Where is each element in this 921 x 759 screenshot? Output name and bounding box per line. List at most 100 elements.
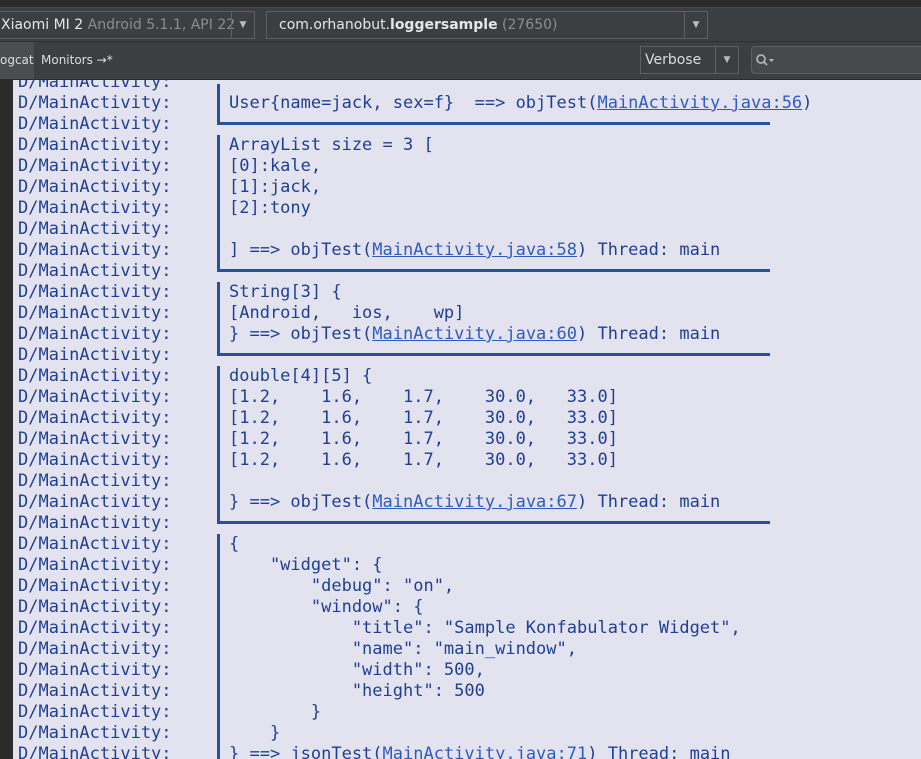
log-tag: D/MainActivity: [18,324,172,344]
tab-logcat[interactable]: ogcat [0,42,34,79]
source-link[interactable]: MainActivity.java:71 [383,744,588,759]
log-message: { [229,534,239,555]
log-tag: D/MainActivity: [18,282,172,302]
source-link[interactable]: MainActivity.java:56 [597,93,802,113]
message-text: User{name=jack, sex=f} ==> objTest( [229,93,598,113]
log-message: [1.2, 1.6, 1.7, 30.0, 33.0] [229,429,618,450]
message-text: } ==> jsonTest( [229,744,383,759]
frame-left-border [217,429,220,450]
source-link[interactable]: MainActivity.java:58 [372,240,577,260]
message-text: [1.2, 1.6, 1.7, 30.0, 33.0] [229,387,618,407]
frame-left-border [217,303,220,324]
device-toolbar: Xiaomi MI 2 Android 5.1.1, API 22 ▼ com.… [0,9,921,42]
message-text: } [229,702,322,722]
log-tag: D/MainActivity: [18,681,172,701]
log-tag: D/MainActivity: [18,429,172,449]
log-message: "height": 500 [229,681,485,702]
message-text: "widget": { [229,555,383,575]
log-message: double[4][5] { [229,366,372,387]
process-prefix: com.orhanobut. [279,17,391,33]
frame-left-border [217,177,220,198]
source-link[interactable]: MainActivity.java:67 [372,492,577,512]
frame-left-border [217,597,220,618]
frame-left-border [217,84,220,93]
log-level-value: Verbose [645,52,702,68]
frame-left-border [217,135,220,156]
message-text: [1.2, 1.6, 1.7, 30.0, 33.0] [229,450,618,470]
log-message: "window": { [229,597,424,618]
message-text: [2]:tony [229,198,311,218]
log-message: [1.2, 1.6, 1.7, 30.0, 33.0] [229,387,618,408]
device-selector[interactable]: Xiaomi MI 2 Android 5.1.1, API 22 ▼ [0,11,255,39]
message-text: [Android, ios, wp] [229,303,465,323]
frame-left-border [217,744,220,759]
log-message: } [229,723,280,744]
message-text: { [229,534,240,554]
frame-bottom-border [217,521,770,524]
message-text: "title": "Sample Konfabulator Widget", [229,618,741,638]
log-tag: D/MainActivity: [18,702,172,722]
message-text: ) Thread: main [577,240,721,260]
tab-monitors[interactable]: Monitors →* [41,42,113,79]
frame-left-border [217,576,220,597]
search-input[interactable] [751,46,921,74]
device-name: Xiaomi MI 2 [1,17,84,33]
tab-logcat-label: ogcat [0,53,34,67]
frame-left-border [217,723,220,744]
message-text: "name": "main_window", [229,639,577,659]
log-message: String[3] { [229,282,342,303]
frame-left-border [217,471,220,492]
log-tag: D/MainActivity: [18,366,172,386]
log-tag: D/MainActivity: [18,177,172,197]
log-tag: D/MainActivity: [18,744,172,759]
frame-left-border [217,534,220,555]
log-tag: D/MainActivity: [18,261,172,281]
log-message: } ==> jsonTest(MainActivity.java:71) Thr… [229,744,731,759]
process-pid: (27650) [502,17,558,33]
log-tag: D/MainActivity: [18,618,172,638]
frame-left-border [217,324,220,345]
log-message: "debug": "on", [229,576,454,597]
frame-left-border [217,450,220,471]
log-tag: D/MainActivity: [18,408,172,428]
frame-left-border [217,555,220,576]
frame-left-border [217,618,220,639]
log-level-select[interactable]: Verbose ▼ [640,46,739,74]
process-selector[interactable]: com.orhanobut.loggersample (27650) ▼ [266,11,708,39]
window-title-strip [0,0,921,8]
frame-left-border [217,387,220,408]
message-text: ) Thread: main [577,324,721,344]
log-message: } [229,702,321,723]
log-tag: D/MainActivity: [18,660,172,680]
frame-bottom-border [217,269,770,272]
frame-bottom-border [217,353,770,356]
message-text: ) [802,93,813,113]
message-text: ArrayList size = 3 [ [229,135,434,155]
message-text: } [229,723,281,743]
log-tag: D/MainActivity: [18,450,172,470]
frame-left-border [217,240,220,261]
frame-left-border [217,156,220,177]
log-tag: D/MainActivity: [18,555,172,575]
frame-left-border [217,366,220,387]
message-text: ] ==> objTest( [229,240,373,260]
chevron-down-icon: ▼ [684,12,707,38]
frame-left-border [217,702,220,723]
log-message: "title": "Sample Konfabulator Widget", [229,618,741,639]
log-message: [1.2, 1.6, 1.7, 30.0, 33.0] [229,450,618,471]
logcat-output[interactable]: D/MainActivity: D/MainActivity: User{name=… [13,80,921,759]
message-text: ) Thread: main [587,744,731,759]
message-text: String[3] { [229,282,342,302]
message-text: "height": 500 [229,681,485,701]
log-tag: D/MainActivity: [18,471,172,491]
log-tag: D/MainActivity: [18,156,172,176]
message-text: } ==> objTest( [229,492,373,512]
log-tag: D/MainActivity: [18,345,172,365]
source-link[interactable]: MainActivity.java:60 [372,324,577,344]
message-text: [1.2, 1.6, 1.7, 30.0, 33.0] [229,429,618,449]
log-message: [Android, ios, wp] [229,303,464,324]
log-message: "widget": { [229,555,383,576]
left-gutter [0,80,13,759]
frame-left-border [217,219,220,240]
message-text: "window": { [229,597,424,617]
